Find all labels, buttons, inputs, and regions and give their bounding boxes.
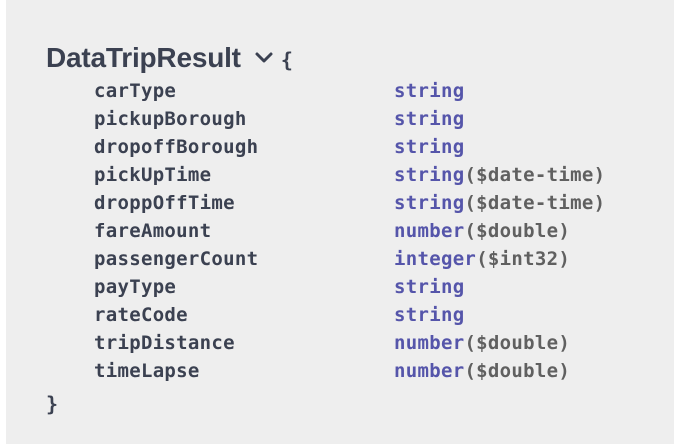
property-format: ($date-time) [464, 164, 606, 186]
property-row: passengerCount integer($int32) [94, 245, 605, 273]
property-name: rateCode [94, 304, 188, 326]
property-type: number [394, 332, 465, 354]
property-type-cell: string [394, 304, 464, 326]
property-name: payType [94, 276, 177, 298]
property-type-cell: number($double) [394, 220, 570, 242]
property-name: carType [94, 80, 177, 102]
property-type-cell: string [394, 136, 464, 158]
property-type-cell: string($date-time) [394, 192, 605, 214]
property-type-cell: number($double) [394, 360, 570, 382]
model-container: DataTripResult { carType string pickupBo… [6, 0, 674, 444]
property-row: droppOffTime string($date-time) [94, 189, 605, 217]
close-brace: } [46, 392, 59, 416]
property-format: ($date-time) [464, 192, 606, 214]
property-type-cell: string($date-time) [394, 164, 605, 186]
property-row: fareAmount number($double) [94, 217, 605, 245]
property-row: tripDistance number($double) [94, 329, 605, 357]
property-name: pickupBorough [94, 108, 247, 130]
property-format: ($int32) [476, 248, 571, 270]
open-brace: { [280, 48, 293, 72]
property-row: payType string [94, 273, 605, 301]
property-row: carType string [94, 77, 605, 105]
property-type: string [394, 108, 465, 130]
property-type: string [394, 192, 465, 214]
model-header[interactable]: DataTripResult { [46, 38, 293, 78]
property-type-cell: number($double) [394, 332, 570, 354]
property-name: fareAmount [94, 220, 212, 242]
property-type-cell: integer($int32) [394, 248, 570, 270]
property-name: tripDistance [94, 332, 235, 354]
property-row: dropoffBorough string [94, 133, 605, 161]
property-type: number [394, 220, 465, 242]
property-name: passengerCount [94, 248, 259, 270]
property-format: ($double) [464, 332, 571, 354]
property-row: pickupBorough string [94, 105, 605, 133]
property-name: pickUpTime [94, 164, 212, 186]
property-list: carType string pickupBorough string drop… [94, 77, 605, 385]
property-type: string [394, 80, 465, 102]
property-type: string [394, 136, 465, 158]
property-row: timeLapse number($double) [94, 357, 605, 385]
property-type: string [394, 276, 465, 298]
property-row: pickUpTime string($date-time) [94, 161, 605, 189]
property-type: string [394, 304, 465, 326]
property-format: ($double) [464, 360, 571, 382]
property-type: number [394, 360, 465, 382]
property-format: ($double) [464, 220, 571, 242]
property-type-cell: string [394, 276, 464, 298]
property-type: integer [394, 248, 477, 270]
property-type-cell: string [394, 108, 464, 130]
property-name: droppOffTime [94, 192, 235, 214]
model-title[interactable]: DataTripResult [46, 42, 241, 74]
property-row: rateCode string [94, 301, 605, 329]
property-type: string [394, 164, 465, 186]
property-name: dropoffBorough [94, 136, 259, 158]
chevron-down-icon[interactable] [251, 45, 277, 71]
property-name: timeLapse [94, 360, 200, 382]
property-type-cell: string [394, 80, 464, 102]
